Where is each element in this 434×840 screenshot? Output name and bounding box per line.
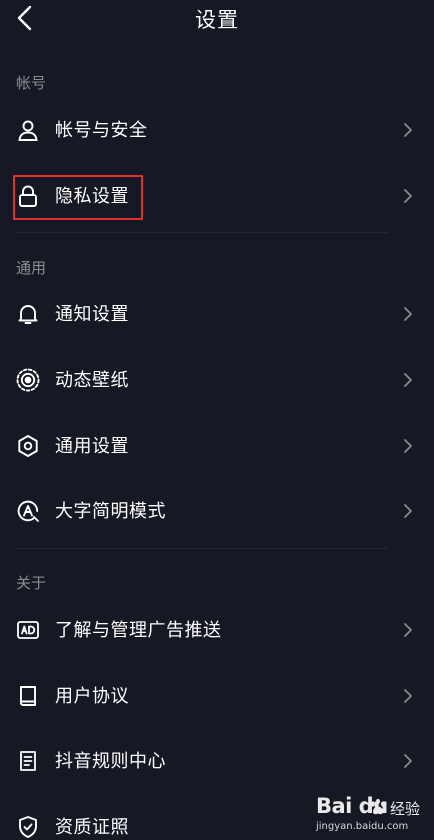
page-title: 设置 [195, 8, 239, 32]
divider [16, 232, 388, 233]
chevron-right-icon [399, 501, 417, 521]
paw-icon [371, 798, 385, 815]
settings-page: 设置 帐号 帐号与安全 隐私设置 通用 通知设置 动态壁纸 通用设置 大字简明模… [0, 0, 434, 840]
shield-check-icon [14, 813, 42, 840]
menu-item-label: 动态壁纸 [55, 370, 129, 391]
menu-item-large-font-mode[interactable]: 大字简明模式 [0, 483, 434, 539]
book-icon [14, 682, 42, 710]
chevron-right-icon [399, 686, 417, 706]
menu-item-label: 帐号与安全 [55, 120, 148, 141]
chevron-right-icon [399, 436, 417, 456]
menu-item-label: 通知设置 [55, 304, 129, 325]
large-font-icon [14, 497, 42, 525]
chevron-right-icon [399, 370, 417, 390]
chevron-right-icon [399, 186, 417, 206]
bell-icon [14, 300, 42, 328]
watermark-url: jingyan.baidu.com [316, 821, 409, 832]
chevron-right-icon [399, 620, 417, 640]
menu-item-account-security[interactable]: 帐号与安全 [0, 102, 434, 158]
section-label-account: 帐号 [16, 74, 47, 92]
menu-item-label: 了解与管理广告推送 [55, 620, 222, 641]
menu-item-live-wallpaper[interactable]: 动态壁纸 [0, 352, 434, 408]
chevron-right-icon [399, 120, 417, 140]
menu-item-label: 抖音规则中心 [55, 751, 166, 772]
highlight-box [13, 175, 143, 220]
menu-item-label: 大字简明模式 [55, 501, 166, 522]
live-wallpaper-icon [14, 366, 42, 394]
divider [16, 548, 388, 549]
menu-item-label: 通用设置 [55, 436, 129, 457]
menu-item-rules-center[interactable]: 抖音规则中心 [0, 733, 434, 789]
user-icon [14, 116, 42, 144]
section-label-general: 通用 [16, 259, 47, 277]
menu-item-user-agreement[interactable]: 用户协议 [0, 668, 434, 724]
menu-item-general-settings[interactable]: 通用设置 [0, 418, 434, 474]
ad-icon [14, 616, 42, 644]
document-icon [14, 747, 42, 775]
watermark-name: 经验 [390, 800, 421, 818]
menu-item-label: 用户协议 [55, 686, 129, 707]
baidu-jingyan-watermark: Bai du 经验 jingyan.baidu.com [316, 794, 428, 838]
header: 设置 [0, 0, 434, 36]
chevron-right-icon [399, 751, 417, 771]
menu-item-notification-settings[interactable]: 通知设置 [0, 286, 434, 342]
gear-icon [14, 432, 42, 460]
menu-item-label: 资质证照 [55, 817, 129, 838]
menu-item-ad-management[interactable]: 了解与管理广告推送 [0, 602, 434, 658]
section-label-about: 关于 [16, 574, 47, 592]
chevron-right-icon [399, 304, 417, 324]
